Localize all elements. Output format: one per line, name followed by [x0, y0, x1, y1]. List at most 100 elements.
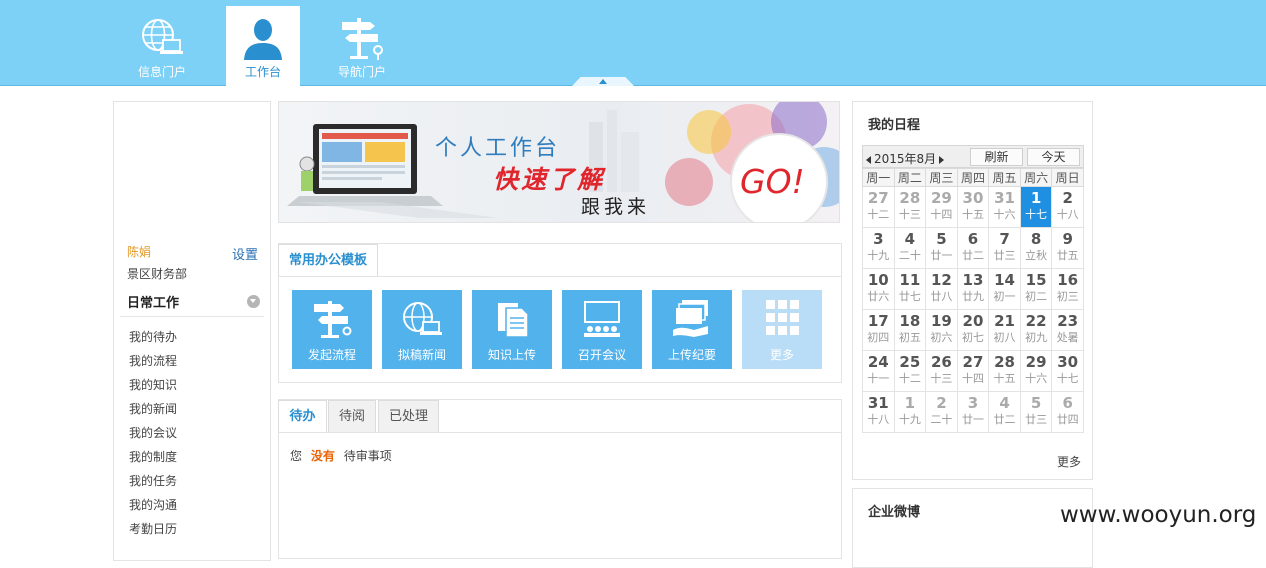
calendar-day[interactable]: 2 二十 [925, 391, 958, 433]
calendar-lunar-date: 十三 [930, 372, 953, 385]
calendar-day[interactable]: 23 处暑 [1051, 309, 1084, 351]
prev-month-icon[interactable] [866, 155, 871, 164]
sidebar-item-process[interactable]: 我的流程 [129, 352, 177, 376]
nav-tab-info-portal[interactable]: 信息门户 [125, 6, 199, 86]
calendar-day[interactable]: 4 廿二 [988, 391, 1021, 433]
banner-headline: 个人工作台 [435, 136, 561, 161]
calendar-day[interactable]: 20 初七 [956, 309, 990, 351]
calendar-day[interactable]: 11 廿七 [893, 268, 927, 310]
calendar-day[interactable]: 28 十三 [893, 186, 927, 228]
calendar-day-today[interactable]: 1 十七 [1019, 186, 1053, 228]
weekday-label: 周一 [862, 168, 895, 187]
calendar-day[interactable]: 21 初八 [988, 309, 1021, 351]
calendar-day[interactable]: 18 初五 [893, 309, 927, 351]
weibo-panel: 企业微博 [852, 488, 1093, 568]
weekday-label: 周五 [988, 168, 1021, 187]
calendar-day-number: 13 [962, 271, 984, 289]
weekday-label: 周三 [925, 168, 958, 187]
banner-go-button[interactable]: GO! [740, 162, 805, 201]
sidebar-item-todo[interactable]: 我的待办 [129, 328, 177, 352]
calendar-day-number: 6 [1062, 394, 1073, 412]
workbench-banner[interactable]: 个人工作台 快速了解 跟我来 GO! [278, 101, 840, 223]
calendar-day[interactable]: 31 十八 [862, 391, 895, 433]
schedule-more-link[interactable]: 更多 [1057, 453, 1081, 470]
sidebar-item-meeting[interactable]: 我的会议 [129, 424, 177, 448]
tile-draft-news[interactable]: 拟稿新闻 [382, 290, 462, 369]
calendar-day[interactable]: 28 十五 [988, 350, 1021, 392]
calendar-day[interactable]: 2 十八 [1051, 186, 1084, 228]
calendar-day[interactable]: 13 廿九 [956, 268, 990, 310]
calendar-day[interactable]: 10 廿六 [862, 268, 895, 310]
settings-link[interactable]: 设置 [232, 244, 258, 263]
calendar-day[interactable]: 3 廿一 [956, 391, 990, 433]
calendar-day[interactable]: 8 立秋 [1019, 227, 1053, 269]
chevron-down-icon[interactable] [247, 295, 260, 308]
calendar-lunar-date: 十八 [867, 413, 890, 426]
calendar-day[interactable]: 25 十二 [893, 350, 927, 392]
tab-to-read[interactable]: 待阅 [328, 400, 376, 433]
sidebar-item-knowledge[interactable]: 我的知识 [129, 376, 177, 400]
calendar-day[interactable]: 30 十七 [1051, 350, 1084, 392]
sidebar-item-rules[interactable]: 我的制度 [129, 448, 177, 472]
calendar-lunar-date: 十二 [867, 208, 890, 221]
calendar-day[interactable]: 6 廿四 [1051, 391, 1084, 433]
calendar-day[interactable]: 12 廿八 [925, 268, 958, 310]
calendar-day[interactable]: 29 十四 [925, 186, 958, 228]
next-month-icon[interactable] [939, 155, 945, 164]
sidebar-item-communication[interactable]: 我的沟通 [129, 496, 177, 520]
tab-templates[interactable]: 常用办公模板 [278, 244, 378, 277]
tile-upload-minutes[interactable]: 上传纪要 [652, 290, 732, 369]
tile-hold-meeting[interactable]: 召开会议 [562, 290, 642, 369]
calendar-lunar-date: 十一 [867, 372, 890, 385]
calendar-day[interactable]: 9 廿五 [1051, 227, 1084, 269]
nav-tab-nav-portal[interactable]: 导航门户 [325, 6, 399, 86]
tile-start-process[interactable]: 发起流程 [292, 290, 372, 369]
calendar-lunar-date: 十七 [1025, 208, 1048, 221]
calendar-week-row: 27 十二 28 十三 29 十四 30 十五 31 十六 1 十七 2 十八 [862, 186, 1084, 228]
calendar-day-number: 10 [867, 271, 889, 289]
tile-label: 更多 [769, 348, 794, 362]
calendar-day[interactable]: 3 十九 [862, 227, 895, 269]
calendar-day[interactable]: 22 初九 [1019, 309, 1053, 351]
calendar-day[interactable]: 5 廿三 [1019, 391, 1053, 433]
sidebar-item-news[interactable]: 我的新闻 [129, 400, 177, 424]
calendar-week-row: 3 十九 4 二十 5 廿一 6 廿二 7 廿三 8 立秋 9 廿五 [862, 227, 1084, 269]
calendar-day[interactable]: 27 十二 [862, 186, 895, 228]
calendar-day[interactable]: 17 初四 [862, 309, 895, 351]
calendar-lunar-date: 初二 [1025, 290, 1048, 303]
calendar-day-number: 26 [930, 353, 952, 371]
tile-label: 知识上传 [487, 348, 536, 362]
calendar-day[interactable]: 29 十六 [1019, 350, 1053, 392]
tile-label: 发起流程 [307, 348, 356, 362]
calendar-day[interactable]: 26 十三 [925, 350, 958, 392]
today-button[interactable]: 今天 [1027, 148, 1080, 166]
calendar-day[interactable]: 5 廿一 [925, 227, 958, 269]
tab-processed[interactable]: 已处理 [378, 400, 439, 433]
calendar-lunar-date: 十九 [867, 249, 890, 262]
nav-tab-workbench[interactable]: 工作台 [226, 6, 300, 86]
calendar-day[interactable]: 6 廿二 [956, 227, 990, 269]
sidebar-item-attendance[interactable]: 考勤日历 [129, 520, 177, 544]
calendar-day[interactable]: 14 初一 [988, 268, 1021, 310]
calendar-lunar-date: 二十 [898, 249, 921, 262]
refresh-button[interactable]: 刷新 [970, 148, 1023, 166]
calendar-day[interactable]: 24 十一 [862, 350, 895, 392]
calendar-day[interactable]: 7 廿三 [988, 227, 1021, 269]
section-title-daily-work: 日常工作 [127, 296, 180, 311]
calendar-day[interactable]: 4 二十 [893, 227, 927, 269]
collapse-caret-button[interactable] [572, 77, 634, 86]
sidebar-item-tasks[interactable]: 我的任务 [129, 472, 177, 496]
user-name[interactable]: 陈娟 [127, 243, 151, 260]
calendar-day[interactable]: 31 十六 [988, 186, 1021, 228]
calendar-day[interactable]: 27 十四 [956, 350, 990, 392]
calendar-day[interactable]: 16 初三 [1051, 268, 1084, 310]
calendar-day[interactable]: 19 初六 [925, 309, 958, 351]
calendar-day[interactable]: 15 初二 [1019, 268, 1053, 310]
calendar-lunar-date: 二十 [930, 413, 953, 426]
calendar-week-row: 10 廿六 11 廿七 12 廿八 13 廿九 14 初一 15 初二 16 初三 [862, 268, 1084, 310]
tile-upload-knowledge[interactable]: 知识上传 [472, 290, 552, 369]
tile-more[interactable]: 更多 [742, 290, 822, 369]
tab-pending[interactable]: 待办 [278, 400, 327, 433]
calendar-day[interactable]: 30 十五 [956, 186, 990, 228]
calendar-day[interactable]: 1 十九 [893, 391, 927, 433]
